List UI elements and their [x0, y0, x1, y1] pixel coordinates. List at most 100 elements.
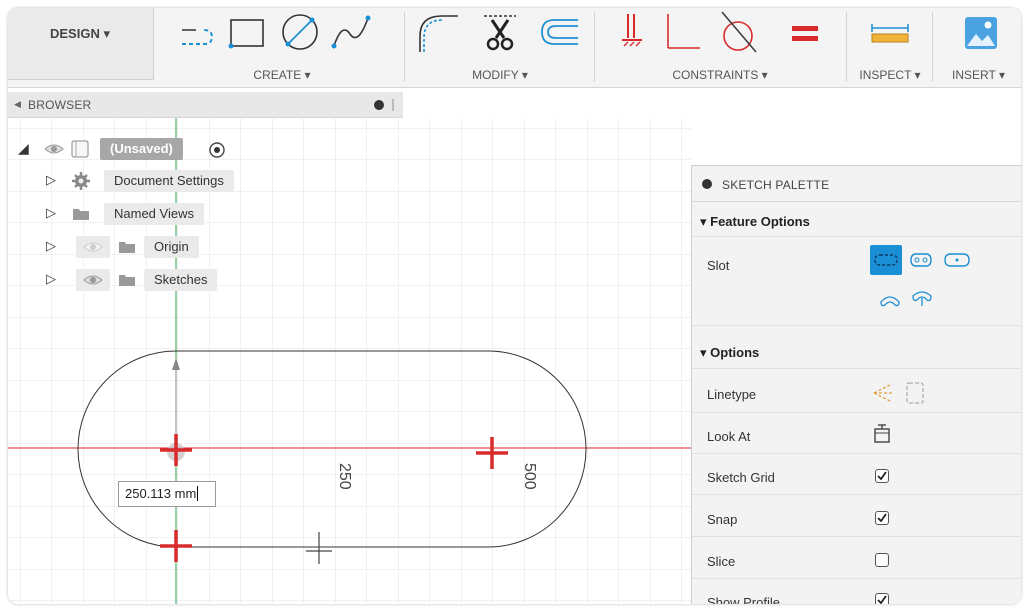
fillet-icon: [419, 15, 458, 52]
eye-icon[interactable]: [76, 269, 110, 291]
measure-tool[interactable]: [870, 22, 910, 49]
checkmark-icon: [877, 595, 887, 604]
equal-tool[interactable]: [790, 22, 820, 49]
constraints-menu[interactable]: CONSTRAINTS ▾: [600, 68, 840, 82]
three-point-arc-slot-button[interactable]: [878, 288, 902, 313]
browser-item-origin[interactable]: ▷ Origin: [46, 236, 236, 258]
toolbar: DESIGN ▾ CREATE ▾ MODIFY ▾ CONSTRAINTS ▾…: [8, 8, 1021, 88]
document-icon: [70, 139, 90, 162]
snap-checkbox[interactable]: [875, 511, 889, 525]
expand-arrow-icon[interactable]: ▷: [46, 172, 56, 188]
equal-icon: [792, 26, 818, 41]
perpendicular-icon: [667, 14, 700, 49]
offset-tool[interactable]: [536, 14, 580, 55]
slot-point-icon: [944, 253, 970, 267]
workspace-switcher-button[interactable]: DESIGN ▾: [8, 8, 154, 80]
dimension-input[interactable]: 250.113 mm: [118, 481, 216, 507]
collapse-arrow-icon[interactable]: ◀: [14, 99, 21, 110]
look-at-button[interactable]: [872, 423, 892, 448]
activate-radio-icon[interactable]: [208, 141, 226, 162]
constraints-group: CONSTRAINTS ▾: [600, 8, 840, 88]
feature-options-section[interactable]: ▾ Feature Options: [700, 214, 810, 230]
expand-arrow-icon[interactable]: ▷: [46, 271, 56, 287]
inspect-group: INSPECT ▾: [850, 8, 930, 88]
spline-tool[interactable]: [330, 12, 374, 55]
toolbar-divider: [932, 12, 933, 82]
palette-header: SKETCH PALETTE: [692, 166, 1021, 202]
arc-slot-icon: [182, 29, 214, 45]
divider: [692, 412, 1021, 413]
gear-icon: [72, 172, 90, 193]
create-menu[interactable]: CREATE ▾: [168, 68, 396, 82]
sidebar-item-label: Origin: [144, 236, 199, 258]
expand-arrow-icon[interactable]: ▷: [46, 205, 56, 221]
modify-group: MODIFY ▾: [408, 8, 592, 88]
insert-image-icon: [965, 17, 997, 49]
slice-label: Slice: [707, 554, 736, 569]
look-at-icon: [874, 424, 890, 443]
inspect-menu-label: INSPECT: [859, 68, 912, 82]
center-to-center-slot-button[interactable]: [870, 245, 902, 275]
create-menu-label: CREATE: [253, 68, 302, 82]
eye-icon[interactable]: [44, 141, 64, 160]
divider: [692, 536, 1021, 537]
checkmark-icon: [877, 471, 887, 481]
sidebar-item-label: Document Settings: [104, 170, 234, 192]
modify-menu-label: MODIFY: [472, 68, 519, 82]
options-section[interactable]: ▾ Options: [700, 345, 759, 361]
centerline-button[interactable]: [904, 380, 926, 409]
center-point-arc-slot-button[interactable]: [910, 286, 934, 311]
divider: [692, 494, 1021, 495]
browser-item-document-settings[interactable]: ▷ Document Settings: [46, 170, 266, 192]
center-point-slot-button[interactable]: [942, 248, 972, 275]
slot-label: Slot: [707, 258, 730, 273]
sidebar-item-label: Sketches: [144, 269, 218, 291]
browser-collapse-button[interactable]: [374, 100, 384, 110]
expand-triangle-icon[interactable]: ◢: [18, 140, 29, 157]
constraints-menu-label: CONSTRAINTS: [672, 68, 759, 82]
trim-icon: [484, 15, 516, 51]
browser-item-sketches[interactable]: ▷ Sketches: [46, 269, 246, 291]
divider: [692, 236, 1021, 237]
circle-icon: [282, 14, 318, 50]
show-profile-checkbox[interactable]: [875, 593, 889, 604]
palette-title: SKETCH PALETTE: [722, 178, 830, 192]
inspect-menu[interactable]: INSPECT ▾: [850, 68, 930, 82]
sketch-grid-label: Sketch Grid: [707, 470, 775, 485]
expand-arrow-icon[interactable]: ▷: [46, 238, 56, 254]
perpendicular-tool[interactable]: [662, 12, 702, 55]
fillet-tool[interactable]: [414, 10, 460, 57]
divider: [692, 368, 1021, 369]
overall-slot-button[interactable]: [908, 248, 934, 275]
browser-header: ◀ BROWSER: [8, 92, 403, 118]
coincident-tool[interactable]: [618, 12, 648, 55]
center-point-slot-tool[interactable]: [176, 16, 218, 55]
chevron-down-icon: ▾: [103, 26, 110, 41]
dimension-500-label[interactable]: 500: [521, 463, 538, 490]
construction-linetype-button[interactable]: [872, 380, 896, 409]
eye-hidden-icon[interactable]: [76, 236, 110, 258]
insert-image-tool[interactable]: [964, 16, 998, 53]
tangent-tool[interactable]: [716, 10, 760, 57]
snap-label: Snap: [707, 512, 738, 527]
coincident-icon: [622, 14, 642, 47]
modify-menu[interactable]: MODIFY ▾: [408, 68, 592, 82]
rectangle-tool[interactable]: [226, 16, 268, 55]
dimension-250-label[interactable]: 250: [336, 463, 353, 490]
insert-menu[interactable]: INSERT ▾: [936, 68, 1021, 82]
slice-checkbox[interactable]: [875, 553, 889, 567]
circle-tool[interactable]: [278, 12, 322, 55]
insert-group: INSERT ▾: [936, 8, 1021, 88]
toolbar-divider: [594, 12, 595, 82]
browser-item-named-views[interactable]: ▷ Named Views: [46, 203, 246, 225]
sketch-grid-checkbox[interactable]: [875, 469, 889, 483]
palette-collapse-button[interactable]: [702, 179, 712, 189]
show-profile-label: Show Profile: [707, 595, 780, 604]
divider: [692, 325, 1021, 326]
centerline-icon: [906, 382, 924, 404]
browser-pin-icon[interactable]: [392, 99, 394, 111]
browser-root-row[interactable]: ◢ (Unsaved): [18, 138, 258, 160]
feature-options-label: Feature Options: [710, 214, 810, 229]
trim-tool[interactable]: [480, 10, 520, 57]
slot-center-icon: [874, 254, 898, 266]
